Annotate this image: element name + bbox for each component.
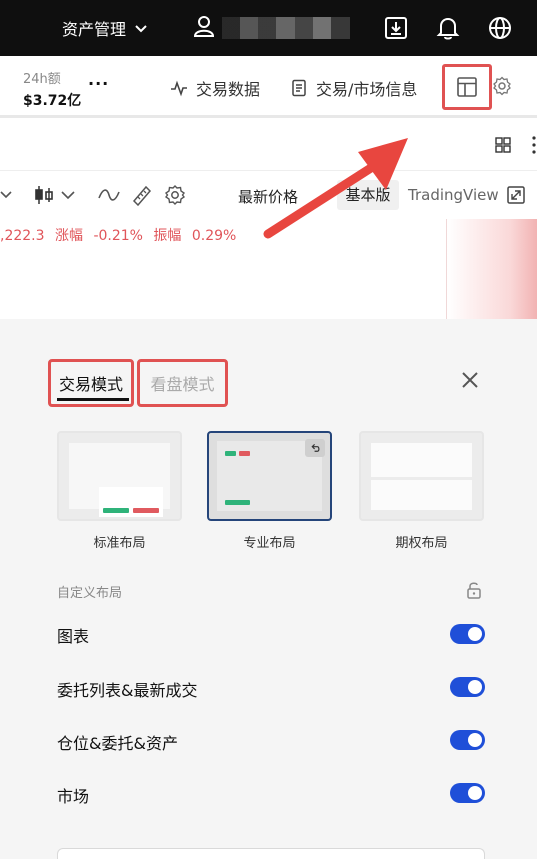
toggle-orders-trades[interactable] [450, 677, 485, 697]
chart-settings-gear-icon[interactable] [164, 184, 186, 206]
basic-version-tab[interactable]: 基本版 [337, 180, 399, 210]
sell-bar [133, 508, 159, 513]
tab-trade-mode[interactable]: 交易模式 [48, 359, 134, 407]
amplitude-label: 振幅 [153, 228, 182, 244]
asset-management-menu[interactable]: 资产管理 [62, 16, 148, 40]
notifications-button[interactable] [432, 12, 464, 44]
masked-username [222, 17, 350, 39]
more-stats-button[interactable]: ··· [88, 74, 109, 93]
change-value: -0.21% [93, 228, 143, 244]
price-fragment: ,222.3 [0, 228, 45, 244]
trade-data-label: 交易数据 [196, 80, 261, 99]
tab-watch-mode[interactable]: 看盘模式 [137, 359, 228, 407]
custom-layout-label: 自定义布局 [57, 586, 123, 601]
chevron-down-icon[interactable] [0, 184, 14, 206]
layout-card-professional[interactable] [207, 431, 332, 521]
volume-24h-value: $3.72亿 [23, 93, 82, 109]
pulse-icon [171, 80, 187, 97]
document-icon [292, 79, 306, 97]
reset-layout-button[interactable] [305, 439, 325, 457]
toggle-knob [468, 733, 482, 747]
layout-label-options: 期权布局 [395, 536, 448, 551]
buy-bar [225, 451, 236, 456]
layout-preview-bottom [371, 480, 472, 510]
toggle-knob [468, 786, 482, 800]
trade-market-info-label: 交易/市场信息 [316, 80, 418, 99]
toggle-row-chart-label: 图表 [57, 627, 90, 646]
tradingview-tab[interactable]: TradingView [408, 186, 499, 204]
unlock-icon[interactable] [465, 580, 483, 600]
quote-line: ,222.3 涨幅 -0.21% 振幅 0.29% [0, 225, 242, 245]
toggle-positions[interactable] [450, 730, 485, 750]
tab-watch-mode-label: 看盘模式 [150, 375, 215, 394]
bell-icon [436, 17, 460, 40]
fullscreen-expand-icon[interactable] [506, 185, 526, 205]
buy-bar [225, 500, 250, 505]
amplitude-value: 0.29% [191, 228, 237, 244]
change-label: 涨幅 [54, 228, 83, 244]
indicator-wave-icon[interactable] [98, 184, 120, 206]
volume-24h-label: 24h额 [23, 72, 61, 87]
bottom-action-field[interactable] [57, 848, 485, 859]
candlestick-icon[interactable] [33, 184, 55, 206]
layout-settings-button[interactable] [442, 64, 492, 110]
user-account[interactable] [192, 12, 350, 44]
latest-price-selector[interactable]: 最新价格 [238, 186, 298, 207]
toggle-market[interactable] [450, 783, 485, 803]
toggle-knob [468, 680, 482, 694]
tab-trade-mode-label: 交易模式 [58, 375, 123, 394]
trade-market-info-link[interactable]: 交易/市场信息 [290, 76, 417, 100]
drawing-ruler-icon[interactable] [131, 184, 153, 206]
layout-label-standard: 标准布局 [93, 536, 146, 551]
download-icon [385, 17, 407, 39]
grid-view-icon[interactable] [494, 136, 512, 154]
user-icon [192, 14, 216, 42]
close-icon[interactable] [458, 368, 482, 392]
toggle-row-orders-trades-label: 委托列表&最新成交 [57, 681, 198, 700]
layout-label-professional: 专业布局 [243, 536, 296, 551]
undo-icon [310, 443, 319, 452]
layout-icon [457, 77, 477, 97]
toggle-row-market-label: 市场 [57, 787, 90, 806]
asset-management-label: 资产管理 [62, 20, 127, 39]
globe-icon [489, 17, 511, 39]
download-button[interactable] [380, 12, 412, 44]
sell-bar [239, 451, 250, 456]
toggle-row-positions-label: 仓位&委托&资产 [57, 734, 178, 753]
chevron-down-icon [135, 25, 147, 33]
language-button[interactable] [484, 12, 516, 44]
layout-preview-panel [99, 487, 163, 517]
layout-card-standard[interactable] [57, 431, 182, 521]
chart-header [0, 121, 537, 171]
trade-data-link[interactable]: 交易数据 [170, 76, 260, 100]
toggle-knob [468, 627, 482, 641]
active-tab-underline [57, 398, 129, 401]
more-vertical-icon[interactable] [531, 134, 537, 156]
toggle-chart[interactable] [450, 624, 485, 644]
chart-price-area [446, 219, 537, 319]
layout-preview [69, 443, 170, 517]
layout-preview-top [371, 443, 472, 477]
layout-card-options[interactable] [359, 431, 484, 521]
buy-bar [103, 508, 129, 513]
chevron-down-icon[interactable] [60, 184, 76, 206]
settings-gear-icon[interactable] [492, 76, 512, 96]
